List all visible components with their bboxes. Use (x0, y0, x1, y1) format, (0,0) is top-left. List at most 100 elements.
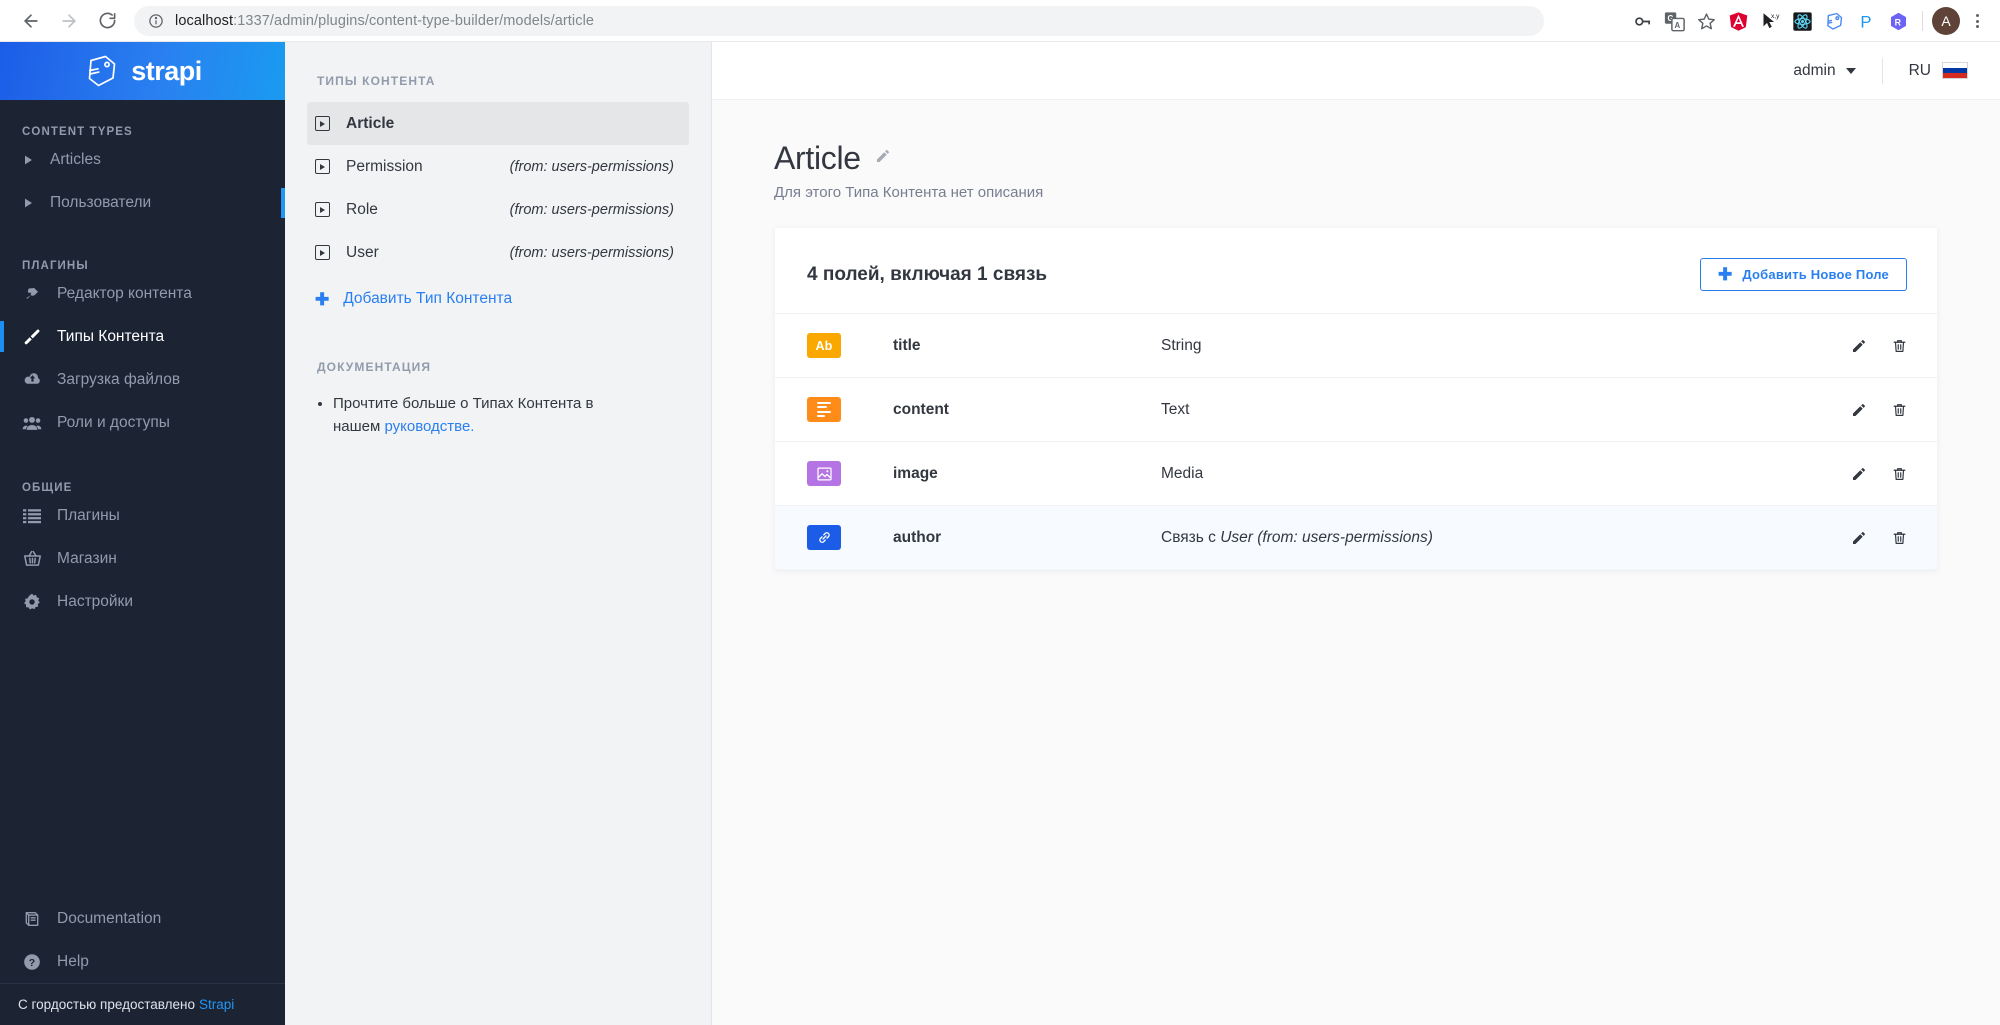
user-name: admin (1793, 61, 1836, 79)
page-title: Article (774, 140, 861, 176)
list-icon (22, 508, 42, 524)
svg-text:R: R (1894, 17, 1901, 27)
table-row[interactable]: author Связь с User (from: users-permiss… (775, 505, 1937, 569)
page-subtitle: Для этого Типа Контента нет описания (774, 184, 1044, 201)
sidebar-item-documentation[interactable]: Documentation (0, 897, 285, 940)
fields-card: 4 полей, включая 1 связь ✚ Добавить Ново… (774, 227, 1938, 570)
language-selector[interactable]: RU (1883, 62, 1968, 80)
sidebar-item-roles-permissions[interactable]: Роли и доступы (0, 401, 285, 444)
question-circle-icon: ? (22, 953, 42, 971)
content-type-name: Permission (346, 157, 423, 175)
angular-devtools-icon[interactable] (1723, 6, 1753, 36)
brand-name: strapi (131, 55, 202, 86)
sidebar-section-general: ОБЩИЕ (22, 482, 73, 494)
sidebar-item-plugins[interactable]: Плагины (0, 494, 285, 537)
sidebar-footer-link[interactable]: Strapi (199, 997, 234, 1012)
content-type-name: Article (346, 114, 395, 132)
sidebar-footer-text: С гордостью предоставлено (18, 997, 195, 1012)
reload-button[interactable] (90, 4, 124, 38)
site-info-icon[interactable] (148, 13, 164, 29)
bookmark-star-icon[interactable] (1691, 6, 1721, 36)
sidebar-item-content-type-builder[interactable]: Типы Контента (0, 315, 285, 358)
field-type: Media (1161, 464, 1204, 482)
content-type-name: Role (346, 200, 378, 218)
browser-toolbar: localhost:1337/admin/plugins/content-typ… (0, 0, 2000, 42)
pencil-icon[interactable] (1851, 338, 1867, 354)
content-type-item-user[interactable]: User (from: users-permissions) (307, 231, 689, 274)
sidebar-item-marketplace[interactable]: Магазин (0, 537, 285, 580)
strapi-extension-icon[interactable] (1819, 6, 1849, 36)
content-type-item-role[interactable]: Role (from: users-permissions) (307, 188, 689, 231)
add-new-field-button[interactable]: ✚ Добавить Новое Поле (1699, 258, 1907, 291)
table-row[interactable]: Ab title String (775, 313, 1937, 377)
url-path: :1337/admin/plugins/content-type-builder… (233, 12, 595, 29)
strapi-logo-icon (83, 54, 119, 88)
field-type-prefix: Связь с (1161, 528, 1221, 546)
trash-icon[interactable] (1892, 530, 1907, 546)
page-header: Article Для этого Типа Контента нет опис… (774, 140, 1938, 201)
sidebar-item-label: Типы Контента (57, 327, 165, 345)
pencil-icon[interactable] (1851, 402, 1867, 418)
pencil-icon[interactable] (1851, 530, 1867, 546)
field-type-text-icon (807, 397, 841, 422)
users-edge-indicator (281, 187, 285, 218)
browser-nav-buttons (14, 4, 124, 38)
text-lines-glyph (817, 401, 831, 418)
doc-guide-link[interactable]: руководстве. (384, 418, 474, 435)
chevron-right-icon (24, 155, 33, 165)
field-name: image (893, 464, 938, 482)
row-actions (1851, 338, 1907, 354)
content-type-source: (from: users-permissions) (509, 201, 674, 218)
brand-header[interactable]: strapi (0, 42, 285, 100)
sidebar-item-help[interactable]: ? Help (0, 940, 285, 983)
add-new-field-label: Добавить Новое Поле (1742, 267, 1889, 282)
r-extension-icon[interactable]: R (1883, 6, 1913, 36)
panel-documentation-title: ДОКУМЕНТАЦИЯ (317, 360, 432, 374)
reload-icon (98, 11, 117, 30)
field-name: content (893, 400, 949, 418)
p-extension-icon[interactable]: P (1851, 6, 1881, 36)
panel-title: ТИПЫ КОНТЕНТА (317, 74, 436, 88)
back-button[interactable] (14, 4, 48, 38)
sidebar-item-upload[interactable]: Загрузка файлов (0, 358, 285, 401)
table-row[interactable]: content Text (775, 377, 1937, 441)
user-menu[interactable]: admin (1793, 62, 1881, 80)
address-bar-url: localhost:1337/admin/plugins/content-typ… (175, 13, 594, 29)
sidebar-item-articles[interactable]: Articles (0, 138, 285, 181)
cursor-coordinates-icon[interactable]: x,y (1755, 6, 1785, 36)
users-icon (22, 414, 42, 432)
sidebar-item-settings[interactable]: Настройки (0, 580, 285, 623)
sidebar-item-users[interactable]: Пользователи (0, 181, 285, 224)
url-host: localhost (175, 12, 234, 29)
field-name: author (893, 528, 942, 546)
trash-icon[interactable] (1892, 466, 1907, 482)
add-content-type-button[interactable]: ✚ Добавить Тип Контента (285, 290, 711, 308)
trash-icon[interactable] (1892, 338, 1907, 354)
content-type-item-permission[interactable]: Permission (from: users-permissions) (307, 145, 689, 188)
table-row[interactable]: image Media (775, 441, 1937, 505)
pencil-icon[interactable] (875, 148, 891, 169)
google-translate-icon[interactable]: GA (1659, 6, 1689, 36)
left-sidebar: strapi CONTENT TYPES Articles Пользовате… (0, 42, 285, 1025)
field-badge-text: Ab (815, 338, 833, 353)
trash-icon[interactable] (1892, 402, 1907, 418)
plug-icon (22, 285, 42, 302)
gear-icon (22, 593, 42, 611)
documentation-list: Прочтите больше о Типах Контента в нашем… (285, 392, 711, 439)
kebab-menu-icon[interactable] (1962, 6, 1992, 36)
back-arrow-icon (21, 11, 41, 31)
browser-profile-avatar[interactable]: A (1932, 7, 1960, 35)
react-devtools-icon[interactable] (1787, 6, 1817, 36)
field-type-target: User (from: users-permissions) (1220, 528, 1433, 546)
sidebar-item-content-manager[interactable]: Редактор контента (0, 272, 285, 315)
content-type-item-article[interactable]: Article (307, 102, 689, 145)
forward-button[interactable] (52, 4, 86, 38)
row-actions (1851, 530, 1907, 546)
plus-icon: ✚ (315, 289, 330, 309)
cloud-upload-icon (22, 370, 42, 389)
browser-extension-area: GA x,y P R A (1627, 0, 2000, 42)
pencil-icon[interactable] (1851, 466, 1867, 482)
password-manager-icon[interactable] (1627, 6, 1657, 36)
address-bar[interactable]: localhost:1337/admin/plugins/content-typ… (134, 5, 1544, 36)
fields-card-header: 4 полей, включая 1 связь ✚ Добавить Ново… (775, 228, 1937, 313)
